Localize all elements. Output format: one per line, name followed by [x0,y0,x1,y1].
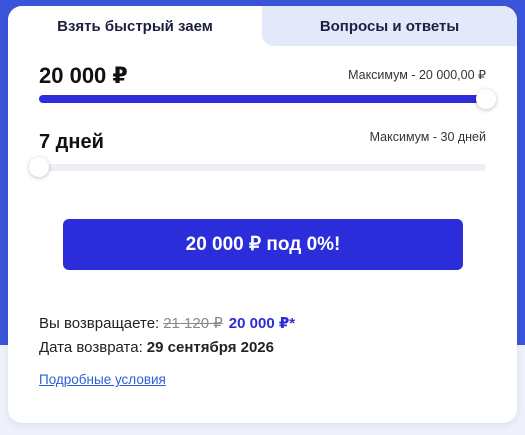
tab-quick-loan[interactable]: Взять быстрый заем [8,6,262,46]
old-repayment-amount: 21 120 ₽ [163,315,223,332]
amount-slider-fill [39,95,486,103]
loan-amount-max: Максимум - 20 000,00 ₽ [348,68,486,82]
loan-amount-value: 20 000 ₽ [39,63,128,88]
repayment-date-line: Дата возврата: 29 сентября 2026 [39,339,274,356]
loan-term-max: Максимум - 30 дней [369,130,486,144]
tab-faq[interactable]: Вопросы и ответы [262,6,517,46]
amount-slider-thumb[interactable] [476,89,496,109]
loan-calculator-card: Взять быстрый заем Вопросы и ответы 20 0… [8,6,517,423]
term-slider-thumb[interactable] [29,157,49,177]
repayment-date-label: Дата возврата: [39,339,143,356]
repayment-amount-line: Вы возвращаете: 21 120 ₽ 20 000 ₽* [39,314,295,332]
repayment-label: Вы возвращаете: [39,315,160,332]
term-slider[interactable] [29,157,486,177]
tab-bar: Взять быстрый заем Вопросы и ответы [8,6,517,46]
new-repayment-amount: 20 000 ₽* [228,315,296,332]
get-loan-button[interactable]: 20 000 ₽ под 0%! [63,219,463,270]
detailed-terms-link[interactable]: Подробные условия [39,372,166,387]
loan-term-value: 7 дней [39,131,104,153]
amount-slider[interactable] [39,89,496,109]
repayment-date-value: 29 сентября 2026 [146,339,274,356]
